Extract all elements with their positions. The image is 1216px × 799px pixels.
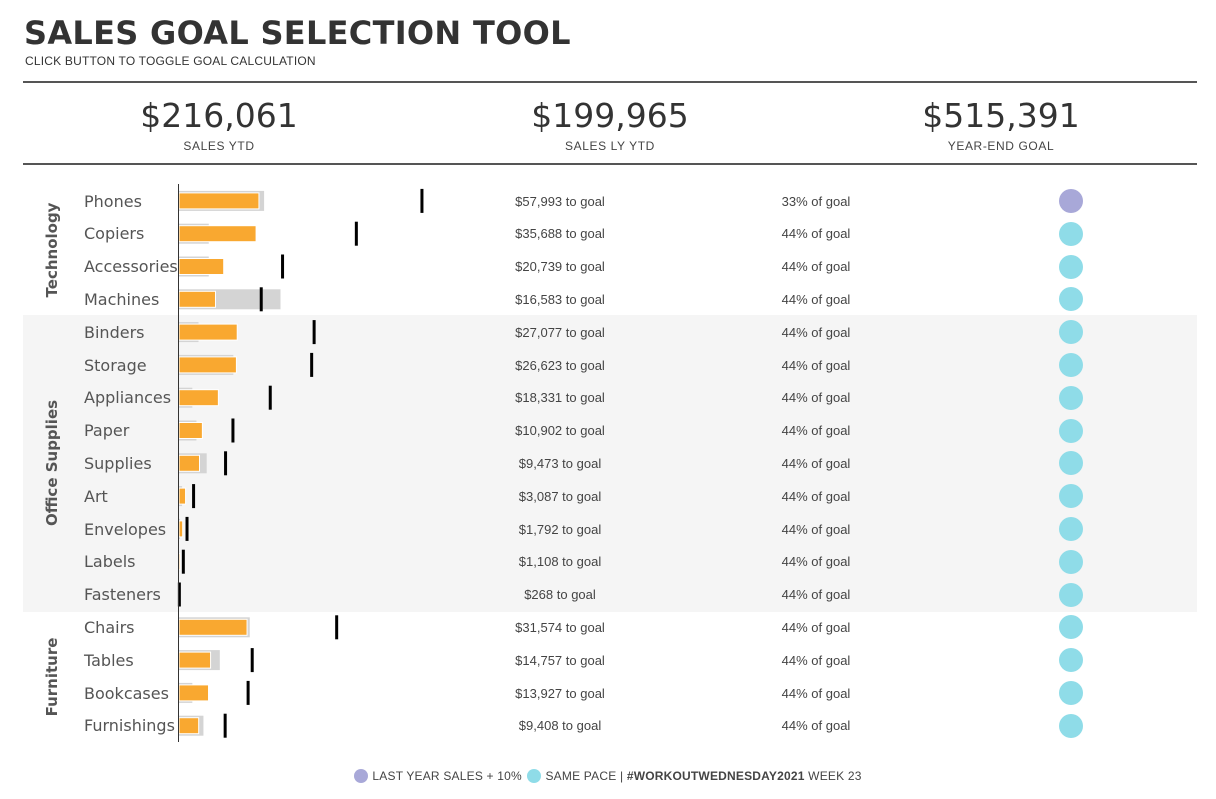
ytd-sales-bar (178, 487, 187, 505)
legend-dot-same-pace[interactable] (527, 769, 542, 783)
goal-marker (223, 713, 227, 738)
ytd-sales-bar (178, 389, 219, 407)
legend-hashtag: #WORKOUTWEDNESDAY2021 (626, 769, 805, 783)
ytd-sales-bar (178, 553, 181, 571)
goal-marker (281, 254, 285, 279)
ytd-sales-bar (178, 422, 203, 439)
goal-marker (231, 418, 235, 443)
legend-same-label: SAME PACE (545, 769, 617, 783)
ytd-sales-bar (178, 192, 260, 210)
legend-separator: | (619, 769, 624, 783)
legend-ly-label: LAST YEAR SALES + 10% (372, 769, 522, 783)
goal-marker (312, 320, 316, 345)
goal-marker (268, 385, 272, 410)
goal-marker (224, 451, 228, 476)
ytd-sales-bar (178, 717, 200, 735)
goal-marker (181, 549, 185, 574)
ytd-sales-bar (178, 651, 212, 669)
goal-marker (250, 648, 254, 673)
ytd-sales-bar (178, 258, 225, 275)
goal-marker (192, 484, 196, 509)
goal-marker (246, 680, 250, 705)
bar-axis-line (178, 184, 179, 742)
goal-marker (420, 188, 424, 213)
bar-chart-svg (177, 188, 424, 738)
ytd-sales-bar (178, 520, 184, 538)
goal-marker (354, 221, 358, 246)
goal-marker (259, 287, 263, 312)
ytd-sales-bar (178, 618, 248, 636)
ytd-sales-bar (178, 684, 210, 702)
ytd-sales-bar (178, 454, 200, 472)
goal-marker (335, 615, 339, 640)
legend-dot-ly-plus-10[interactable] (354, 769, 369, 783)
legend-week: WEEK 23 (808, 769, 862, 783)
ytd-sales-bar (178, 356, 237, 374)
goal-marker (310, 352, 314, 377)
goal-marker (185, 516, 189, 541)
ytd-sales-bar (178, 323, 238, 341)
legend-footer: LAST YEAR SALES + 10% SAME PACE | #WORKO… (0, 769, 1216, 783)
ytd-sales-bar (178, 225, 257, 243)
ytd-sales-bar (178, 290, 216, 308)
